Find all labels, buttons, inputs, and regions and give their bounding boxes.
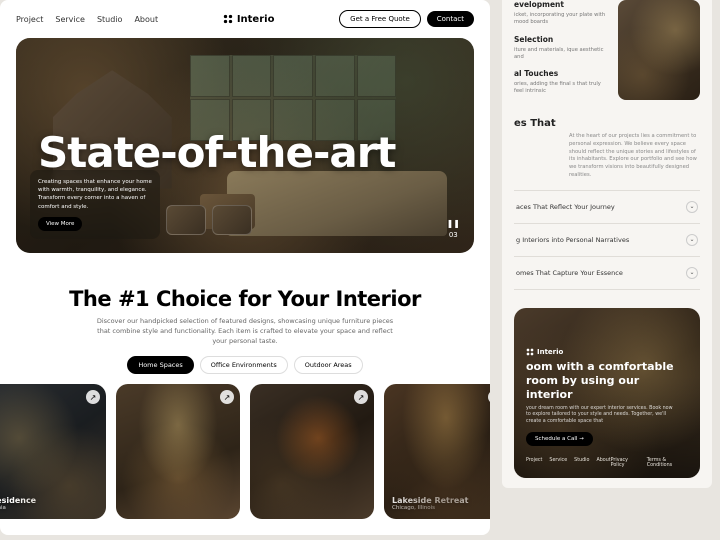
card-label: Residence fornia xyxy=(0,496,36,511)
footer-link[interactable]: About xyxy=(596,458,610,468)
pause-icon[interactable]: ❚❚ xyxy=(447,219,460,228)
main-page: Project Service Studio About Interio Get… xyxy=(0,0,490,535)
arrow-icon[interactable]: ↗ xyxy=(220,390,234,404)
tab-office[interactable]: Office Environments xyxy=(200,356,288,374)
feature-text: icket, incorporating your plate with moo… xyxy=(514,12,610,27)
footer-link[interactable]: Studio xyxy=(574,458,589,468)
stories-heading: es That xyxy=(514,118,556,129)
footer-brand-name: Interio xyxy=(537,348,563,356)
feature-text: iture and materials, ique aesthetic and xyxy=(514,47,610,62)
footer-link[interactable]: Service xyxy=(549,458,567,468)
stories-desc: At the heart of our projects lies a comm… xyxy=(514,133,700,180)
footer-link[interactable]: Terms & Conditions xyxy=(647,458,688,468)
nav-link-studio[interactable]: Studio xyxy=(97,15,122,24)
brand-icon xyxy=(526,348,534,356)
feature-heading: Selection xyxy=(514,35,610,44)
hero-bg-sofa xyxy=(227,171,447,236)
gallery-grid: ↗ Residence fornia ↗ ↗ ↗ Lakeside Retrea… xyxy=(0,384,490,535)
tab-home-spaces[interactable]: Home Spaces xyxy=(127,356,193,374)
footer-nav-right: Privacy Policy Terms & Conditions xyxy=(611,458,688,468)
accordion-label: omes That Capture Your Essence xyxy=(516,269,623,277)
footer-cta-card: Interio oom with a comfortable room by u… xyxy=(514,308,700,478)
footer-title: oom with a comfortable room by using our… xyxy=(526,360,688,401)
footer-link[interactable]: Project xyxy=(526,458,542,468)
section-subtext: Discover our handpicked selection of fea… xyxy=(0,317,490,356)
nav-link-service[interactable]: Service xyxy=(55,15,85,24)
accordion: aces That Reflect Your Journey ⌄ g Inter… xyxy=(514,190,700,290)
arrow-icon[interactable]: ↗ xyxy=(488,390,490,404)
view-more-button[interactable]: View More xyxy=(38,217,82,231)
chevron-down-icon: ⌄ xyxy=(686,234,698,246)
hero-caption-text: Creating spaces that enhance your home w… xyxy=(38,178,152,211)
quote-button[interactable]: Get a Free Quote xyxy=(339,10,421,28)
nav-actions: Get a Free Quote Contact xyxy=(339,10,474,28)
section-heading: The #1 Choice for Your Interior xyxy=(0,271,490,317)
card-location: Chicago, Illinois xyxy=(392,505,468,511)
hero-thumbnails xyxy=(166,205,252,235)
card-label: Lakeside Retreat Chicago, Illinois xyxy=(392,496,468,511)
gallery-card-3[interactable]: ↗ xyxy=(250,384,374,519)
feature-text: ories, adding the final s that truly fee… xyxy=(514,81,610,96)
accordion-item-1[interactable]: aces That Reflect Your Journey ⌄ xyxy=(514,191,700,224)
hero-caption-card: Creating spaces that enhance your home w… xyxy=(30,170,160,239)
tab-outdoor[interactable]: Outdoor Areas xyxy=(294,356,363,374)
accordion-label: aces That Reflect Your Journey xyxy=(516,203,615,211)
category-tabs: Home Spaces Office Environments Outdoor … xyxy=(0,356,490,374)
footer-desc: your dream room with our expert interior… xyxy=(526,406,676,426)
slide-number: 03 xyxy=(449,231,458,239)
footer-brand: Interio xyxy=(526,348,688,356)
accordion-label: g Interiors into Personal Narratives xyxy=(516,236,629,244)
secondary-page: evelopment icket, incorporating your pla… xyxy=(502,0,712,488)
gallery-card-4[interactable]: ↗ Lakeside Retreat Chicago, Illinois xyxy=(384,384,490,519)
feature-heading: al Touches xyxy=(514,69,610,78)
hero-thumb-1[interactable] xyxy=(166,205,206,235)
footer-link[interactable]: Privacy Policy xyxy=(611,458,640,468)
nav-link-project[interactable]: Project xyxy=(16,15,43,24)
footer-nav: Project Service Studio About Privacy Pol… xyxy=(526,458,688,468)
contact-button[interactable]: Contact xyxy=(427,11,474,27)
accordion-item-3[interactable]: omes That Capture Your Essence ⌄ xyxy=(514,257,700,290)
brand-logo[interactable]: Interio xyxy=(223,14,275,25)
arrow-icon[interactable]: ↗ xyxy=(86,390,100,404)
arrow-icon[interactable]: ↗ xyxy=(354,390,368,404)
footer-nav-left: Project Service Studio About xyxy=(526,458,611,468)
gallery-card-1[interactable]: ↗ Residence fornia xyxy=(0,384,106,519)
schedule-call-button[interactable]: Schedule a Call → xyxy=(526,432,593,446)
brand-name: Interio xyxy=(237,14,275,25)
feature-image xyxy=(618,0,700,100)
hero-counter: ❚❚ 03 xyxy=(447,219,460,239)
chevron-down-icon: ⌄ xyxy=(686,201,698,213)
accordion-item-2[interactable]: g Interiors into Personal Narratives ⌄ xyxy=(514,224,700,257)
nav-links: Project Service Studio About xyxy=(16,15,158,24)
card-title: Lakeside Retreat xyxy=(392,496,468,505)
card-location: fornia xyxy=(0,505,36,511)
footer-content: Interio oom with a comfortable room by u… xyxy=(526,348,688,467)
gallery-card-2[interactable]: ↗ xyxy=(116,384,240,519)
hero-thumb-2[interactable] xyxy=(212,205,252,235)
brand-icon xyxy=(223,14,233,24)
nav-link-about[interactable]: About xyxy=(134,15,158,24)
top-nav: Project Service Studio About Interio Get… xyxy=(0,0,490,38)
feature-heading: evelopment xyxy=(514,0,610,9)
card-title: Residence xyxy=(0,496,36,505)
hero-banner: State-of-the-art Creating spaces that en… xyxy=(16,38,474,253)
features-row: evelopment icket, incorporating your pla… xyxy=(514,0,700,100)
chevron-down-icon: ⌄ xyxy=(686,267,698,279)
features-list: evelopment icket, incorporating your pla… xyxy=(514,0,610,100)
